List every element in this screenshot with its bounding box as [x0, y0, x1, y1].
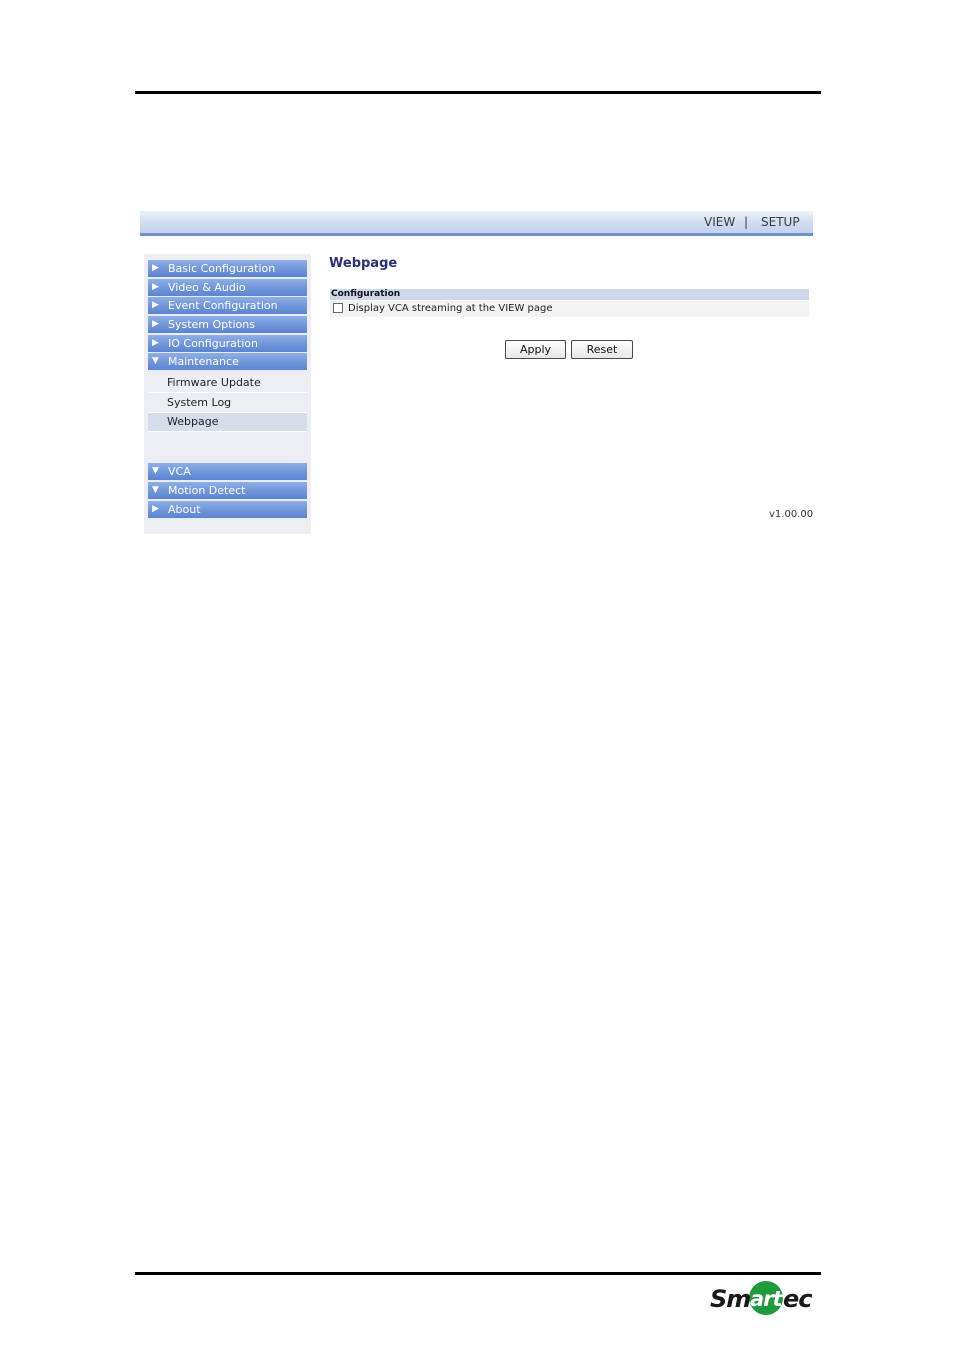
vca-streaming-checkbox[interactable] [333, 303, 343, 313]
down-arrow-icon: ▼ [152, 356, 159, 366]
menu-item-label: System Options [168, 318, 255, 331]
nav-separator: | [744, 215, 749, 229]
play-arrow-icon: ▶ [152, 282, 159, 292]
menu-item-label: About [168, 503, 201, 516]
top-navigation-bar: VIEW | SETUP [140, 211, 813, 236]
submenu-item-firmware-update[interactable]: Firmware Update [148, 374, 307, 393]
page-title: Webpage [329, 256, 398, 271]
menu-item-event-configuration[interactable]: ▶ Event Configuration [148, 297, 307, 315]
menu-item-maintenance[interactable]: ▼ Maintenance [148, 353, 307, 371]
play-arrow-icon: ▶ [152, 338, 159, 348]
svg-text:art: art [750, 1287, 784, 1311]
vca-streaming-label: Display VCA streaming at the VIEW page [348, 303, 553, 314]
reset-button[interactable]: Reset [571, 340, 633, 359]
smartec-logo: Sm art ec [710, 1281, 813, 1315]
section-header: Configuration [330, 289, 809, 300]
menu-item-label: Maintenance [168, 355, 239, 368]
setup-link[interactable]: SETUP [761, 215, 800, 229]
menu-item-label: Motion Detect [168, 484, 246, 497]
version-label: v1.00.00 [769, 509, 814, 520]
menu-item-label: VCA [168, 465, 191, 478]
menu-item-basic-configuration[interactable]: ▶ Basic Configuration [148, 260, 307, 278]
down-arrow-icon: ▼ [152, 485, 159, 495]
bottom-rule [135, 1272, 821, 1275]
menu-item-about[interactable]: ▶ About [148, 501, 307, 519]
menu-item-io-configuration[interactable]: ▶ IO Configuration [148, 335, 307, 353]
svg-text:Sm: Sm [710, 1285, 750, 1313]
submenu-item-system-log[interactable]: System Log [148, 394, 307, 413]
play-arrow-icon: ▶ [152, 319, 159, 329]
submenu-item-label: Firmware Update [167, 376, 261, 389]
menu-item-video-audio[interactable]: ▶ Video & Audio [148, 279, 307, 297]
apply-button[interactable]: Apply [505, 340, 566, 359]
menu-item-label: IO Configuration [168, 337, 258, 350]
play-arrow-icon: ▶ [152, 263, 159, 273]
view-link[interactable]: VIEW [704, 215, 735, 229]
menu-item-system-options[interactable]: ▶ System Options [148, 316, 307, 334]
menu-item-label: Video & Audio [168, 281, 246, 294]
play-arrow-icon: ▶ [152, 300, 159, 310]
menu-item-vca[interactable]: ▼ VCA [148, 463, 307, 481]
submenu-item-label: Webpage [167, 415, 219, 428]
svg-text:ec: ec [783, 1285, 812, 1313]
top-rule [135, 91, 821, 94]
down-arrow-icon: ▼ [152, 466, 159, 476]
submenu-item-label: System Log [167, 396, 232, 409]
menu-item-label: Event Configuration [168, 299, 278, 312]
submenu-item-webpage[interactable]: Webpage [148, 413, 307, 432]
menu-item-motion-detect[interactable]: ▼ Motion Detect [148, 482, 307, 500]
play-arrow-icon: ▶ [152, 504, 159, 514]
menu-item-label: Basic Configuration [168, 262, 276, 275]
sidebar: ▶ Basic Configuration ▶ Video & Audio ▶ … [144, 254, 311, 534]
